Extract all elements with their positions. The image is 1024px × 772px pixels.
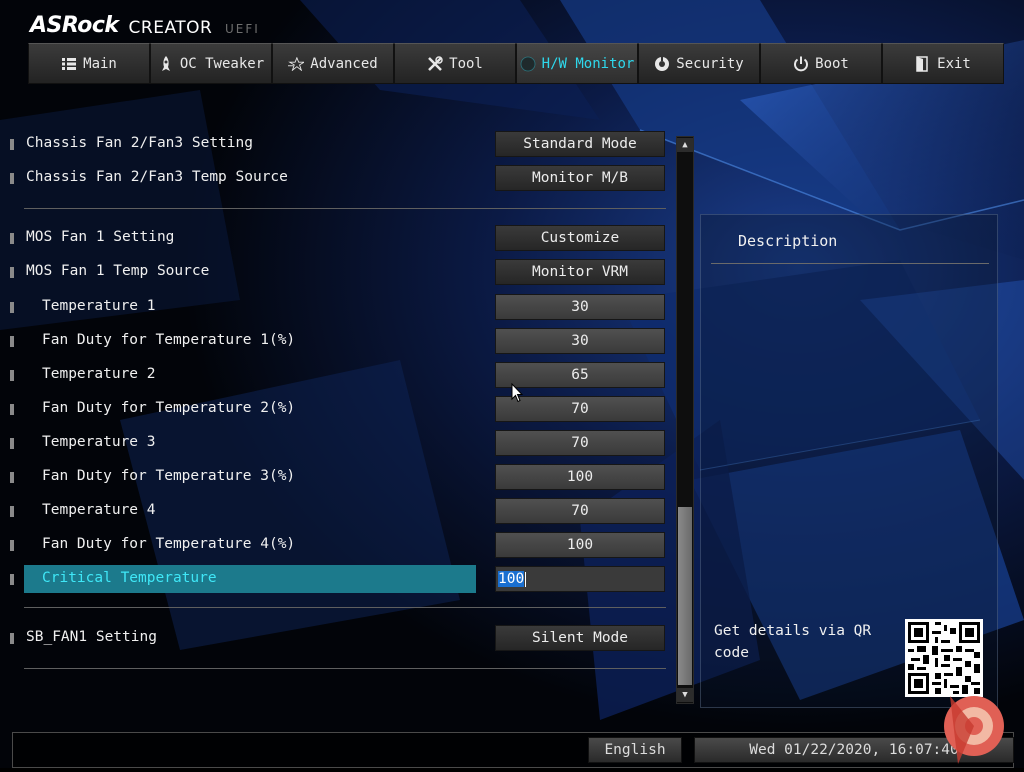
setting-row-temperature-1[interactable]: Temperature 1 30 (10, 293, 666, 321)
tab-oc-tweaker[interactable]: OC Tweaker (150, 43, 272, 84)
tab-main[interactable]: Main (28, 43, 150, 84)
exit-icon (915, 55, 931, 72)
tab-hw-monitor-label: H/W Monitor (541, 55, 635, 72)
row-bullet (10, 370, 14, 381)
uefi-label: UEFI (225, 22, 260, 36)
tools-icon (427, 55, 443, 72)
setting-label: Fan Duty for Temperature 4(%) (42, 536, 296, 552)
setting-label: Fan Duty for Temperature 1(%) (42, 332, 296, 348)
tab-advanced[interactable]: Advanced (272, 43, 394, 84)
setting-label: MOS Fan 1 Setting (26, 229, 175, 245)
row-bullet (10, 302, 14, 313)
setting-value-select[interactable]: Silent Mode (495, 625, 665, 651)
rocket-icon (158, 55, 174, 72)
setting-row-chassis-fan-setting[interactable]: Chassis Fan 2/Fan3 Setting Standard Mode (10, 130, 666, 158)
setting-row-sb-fan1-setting[interactable]: SB_FAN1 Setting Silent Mode (10, 624, 666, 652)
setting-row-fan-duty-3[interactable]: Fan Duty for Temperature 3(%) 100 (10, 463, 666, 491)
brand-name: ASRock (30, 13, 119, 38)
description-divider (711, 263, 989, 264)
section-divider (24, 208, 666, 209)
setting-value-input[interactable]: 100 (495, 532, 665, 558)
setting-row-temperature-2[interactable]: Temperature 2 65 (10, 361, 666, 389)
setting-value-select[interactable]: Standard Mode (495, 131, 665, 157)
list-icon (61, 56, 77, 72)
scroll-down-button[interactable]: ▼ (677, 688, 693, 702)
tab-boot-label: Boot (815, 55, 849, 72)
setting-row-critical-temperature[interactable]: Critical Temperature 100 (10, 565, 666, 593)
setting-label: SB_FAN1 Setting (26, 629, 157, 645)
critical-temperature-input[interactable]: 100 (495, 566, 665, 592)
row-bullet (10, 233, 14, 244)
setting-row-temperature-3[interactable]: Temperature 3 70 (10, 429, 666, 457)
row-bullet (10, 139, 14, 150)
setting-row-mos-fan-setting[interactable]: MOS Fan 1 Setting Customize (10, 224, 666, 252)
setting-row-fan-duty-4[interactable]: Fan Duty for Temperature 4(%) 100 (10, 531, 666, 559)
description-panel: Description Get details via QR code (700, 214, 998, 708)
tab-tool-label: Tool (449, 55, 483, 72)
setting-label: Chassis Fan 2/Fan3 Temp Source (26, 169, 288, 185)
setting-label: Temperature 3 (42, 434, 156, 450)
row-bullet (10, 574, 14, 585)
row-bullet (10, 173, 14, 184)
power-icon (793, 56, 809, 72)
qr-caption: Get details via QR code (714, 623, 872, 661)
setting-label: Critical Temperature (42, 570, 217, 586)
tab-hw-monitor[interactable]: H/W Monitor (516, 43, 638, 84)
language-button[interactable]: English (588, 737, 682, 763)
tab-oc-tweaker-label: OC Tweaker (179, 55, 265, 72)
setting-label: Fan Duty for Temperature 2(%) (42, 400, 296, 416)
setting-row-chassis-fan-temp-source[interactable]: Chassis Fan 2/Fan3 Temp Source Monitor M… (10, 164, 666, 192)
tab-exit[interactable]: Exit (882, 43, 1004, 84)
setting-row-fan-duty-2[interactable]: Fan Duty for Temperature 2(%) 70 (10, 395, 666, 423)
tab-boot[interactable]: Boot (760, 43, 882, 84)
mouse-pointer-icon (511, 382, 524, 407)
row-bullet (10, 404, 14, 415)
main-tab-bar: Main OC Tweaker Advanced Tool H/W Monito… (28, 43, 1004, 84)
setting-value-input[interactable]: 70 (495, 430, 665, 456)
tab-security[interactable]: Security (638, 43, 760, 84)
setting-value-input[interactable]: 100 (495, 464, 665, 490)
setting-value-select[interactable]: Monitor M/B (495, 165, 665, 191)
row-bullet (10, 633, 14, 644)
setting-value-input[interactable]: 30 (495, 294, 665, 320)
setting-label: Temperature 2 (42, 366, 156, 382)
section-divider (24, 668, 666, 669)
product-name: CREATOR (128, 18, 213, 38)
row-bullet (10, 336, 14, 347)
setting-label: Temperature 1 (42, 298, 156, 314)
tab-tool[interactable]: Tool (394, 43, 516, 84)
section-divider (24, 607, 666, 608)
setting-row-mos-fan-temp-source[interactable]: MOS Fan 1 Temp Source Monitor VRM (10, 258, 666, 286)
setting-row-fan-duty-1[interactable]: Fan Duty for Temperature 1(%) 30 (10, 327, 666, 355)
description-title: Description (738, 232, 838, 250)
watermark-logo (928, 686, 1020, 772)
scroll-up-button[interactable]: ▲ (677, 138, 693, 152)
star-icon (288, 56, 305, 72)
setting-value-input[interactable]: 30 (495, 328, 665, 354)
row-bullet (10, 506, 14, 517)
setting-row-temperature-4[interactable]: Temperature 4 70 (10, 497, 666, 525)
setting-label: Chassis Fan 2/Fan3 Setting (26, 135, 253, 151)
setting-value-select[interactable]: Monitor VRM (495, 259, 665, 285)
setting-label: MOS Fan 1 Temp Source (26, 263, 210, 279)
setting-value-input[interactable]: 70 (495, 498, 665, 524)
tab-exit-label: Exit (937, 55, 971, 72)
setting-label: Fan Duty for Temperature 3(%) (42, 468, 296, 484)
text-caret (525, 571, 527, 587)
shield-icon (654, 56, 670, 72)
monitor-icon (520, 56, 536, 72)
scrollbar-thumb[interactable] (678, 507, 692, 685)
row-bullet (10, 540, 14, 551)
tab-main-label: Main (83, 55, 117, 72)
tab-advanced-label: Advanced (310, 55, 378, 72)
tab-security-label: Security (676, 55, 744, 72)
setting-value-select[interactable]: Customize (495, 225, 665, 251)
asrock-logo: ASRock CREATOR (30, 8, 212, 38)
row-bullet (10, 267, 14, 278)
row-bullet (10, 438, 14, 449)
input-text: 100 (498, 571, 525, 587)
setting-label: Temperature 4 (42, 502, 156, 518)
row-bullet (10, 472, 14, 483)
